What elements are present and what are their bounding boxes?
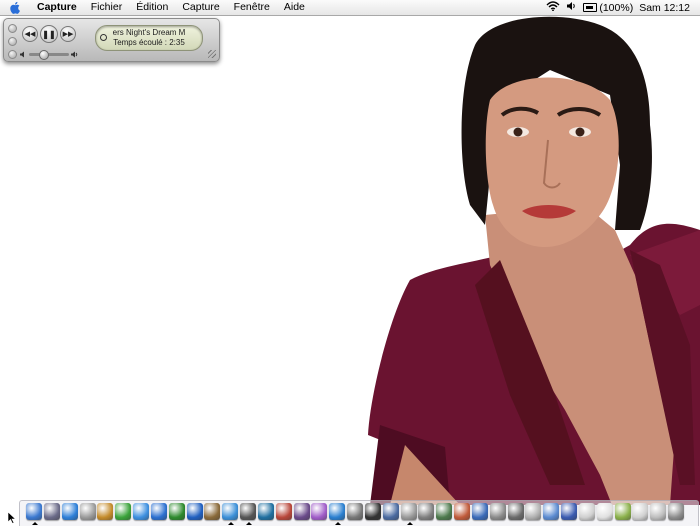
menu-fichier[interactable]: Fichier	[84, 0, 130, 15]
play-pause-button[interactable]: ❚❚	[40, 25, 58, 43]
battery-icon	[583, 3, 598, 12]
dock-item-app-8[interactable]	[150, 503, 167, 520]
battery-status[interactable]: (100%)	[583, 2, 633, 14]
dock-item-app-20[interactable]	[364, 503, 381, 520]
next-button[interactable]: ▶▶	[60, 26, 76, 42]
dock-item-app-9[interactable]	[168, 503, 185, 520]
dock-item-app-26[interactable]	[471, 503, 488, 520]
menu-capture[interactable]: Capture	[175, 0, 226, 15]
menu-edition[interactable]: Édition	[129, 0, 175, 15]
mouse-cursor	[8, 512, 16, 524]
dock-item-app-25[interactable]	[454, 503, 471, 520]
dock-item-app-28[interactable]	[507, 503, 524, 520]
track-info-icon[interactable]	[100, 34, 107, 41]
previous-icon: ◀◀	[24, 31, 36, 38]
volume-icon[interactable]	[566, 1, 577, 14]
zoom-button[interactable]	[8, 50, 17, 59]
dock-item-app-29[interactable]	[525, 503, 542, 520]
dock-item-app-14[interactable]	[257, 503, 274, 520]
battery-percent: (100%)	[599, 1, 634, 14]
dock-item-app-21[interactable]	[382, 503, 399, 520]
dock-item-app-10[interactable]	[186, 503, 203, 520]
dock-item-app-24[interactable]	[436, 503, 453, 520]
dock-item-finder[interactable]	[26, 503, 42, 525]
dock-item-app-33[interactable]	[596, 503, 613, 520]
dock-item-app-15[interactable]	[275, 503, 292, 520]
apple-logo-icon[interactable]	[10, 1, 24, 14]
pause-icon: ❚❚	[42, 29, 56, 39]
close-button[interactable]	[8, 24, 17, 33]
dock-item-app-6[interactable]	[115, 503, 132, 520]
elapsed-time: Temps écoulé : 2:35	[113, 38, 185, 47]
resize-grip[interactable]	[208, 50, 216, 58]
volume-high-icon	[71, 51, 78, 57]
dock-item-app-5[interactable]	[97, 503, 114, 520]
volume-track[interactable]	[29, 49, 69, 60]
dock-item-app-12[interactable]	[222, 503, 239, 525]
dock-item-app-18[interactable]	[329, 503, 346, 525]
dock-item-app-2[interactable]	[43, 503, 60, 520]
dock-item-app-17[interactable]	[311, 503, 328, 520]
now-playing-display[interactable]: ers Night's Dream M Temps écoulé : 2:35	[95, 25, 203, 51]
dock-item-app-11[interactable]	[204, 503, 221, 520]
desktop-wallpaper	[368, 16, 700, 505]
menu-fenetre[interactable]: Fenêtre	[227, 0, 277, 15]
dock-item-app-3[interactable]	[61, 503, 78, 520]
menu-aide[interactable]: Aide	[277, 0, 312, 15]
dock-item-app-31[interactable]	[561, 503, 578, 520]
dock-item-app-4[interactable]	[79, 503, 96, 520]
dock-item-app-23[interactable]	[418, 503, 435, 520]
dock-item-trash[interactable]	[668, 503, 685, 520]
dock-item-app-19[interactable]	[347, 503, 364, 520]
minimize-button[interactable]	[8, 37, 17, 46]
dock-item-app-7[interactable]	[133, 503, 150, 520]
dock-item-app-32[interactable]	[578, 503, 595, 520]
menu-bar: Capture Fichier Édition Capture Fenêtre …	[0, 0, 700, 16]
dock-item-app-34[interactable]	[614, 503, 631, 520]
wifi-icon[interactable]	[546, 1, 560, 14]
next-icon: ▶▶	[62, 31, 74, 38]
menu-app-capture[interactable]: Capture	[30, 0, 84, 15]
dock-item-app-13[interactable]	[240, 503, 257, 525]
dock-item-app-27[interactable]	[489, 503, 506, 520]
dock	[19, 500, 699, 526]
menu-clock[interactable]: Sam 12:12	[639, 2, 690, 14]
volume-thumb[interactable]	[39, 49, 49, 60]
previous-button[interactable]: ◀◀	[22, 26, 38, 42]
dock-item-app-30[interactable]	[543, 503, 560, 520]
dock-item-app-36[interactable]	[650, 503, 667, 520]
volume-low-icon	[20, 51, 24, 57]
dock-item-app-16[interactable]	[293, 503, 310, 520]
window-buttons	[8, 24, 17, 59]
track-title: ers Night's Dream M	[112, 28, 186, 37]
volume-slider[interactable]	[20, 49, 82, 60]
dock-item-app-35[interactable]	[632, 503, 649, 520]
dock-item-app-22[interactable]	[400, 503, 417, 525]
itunes-mini-player: ◀◀ ❚❚ ▶▶ ers Night's Dream M Temps écoul…	[3, 18, 220, 62]
